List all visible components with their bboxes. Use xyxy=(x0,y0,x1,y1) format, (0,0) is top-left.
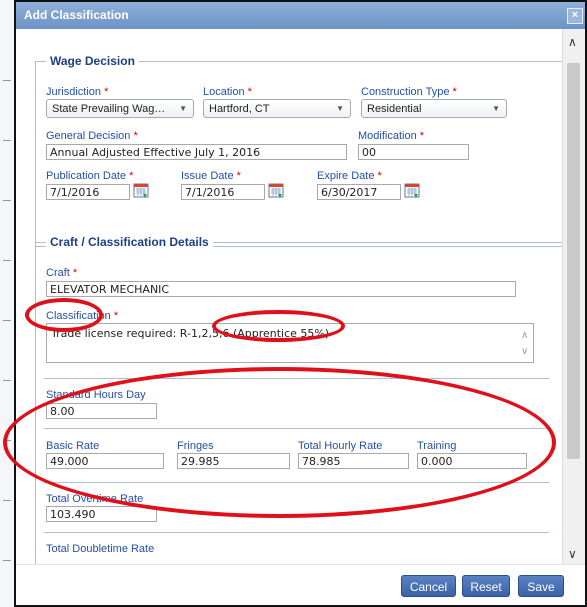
edge-tick xyxy=(3,320,11,321)
required-marker: * xyxy=(104,86,109,98)
chevron-down-icon: ▼ xyxy=(492,104,500,113)
total-hourly-rate-field[interactable]: 78.985 xyxy=(298,453,409,469)
classification-label: Classification * xyxy=(46,310,119,322)
divider xyxy=(44,532,549,533)
required-marker: * xyxy=(113,310,119,322)
chevron-down-icon: ▼ xyxy=(336,104,344,113)
dialog-content: Wage Decision Jurisdiction * State Preva… xyxy=(16,29,565,567)
fringes-label: Fringes xyxy=(177,440,214,452)
section-legend: Wage Decision xyxy=(46,54,139,68)
calendar-icon[interactable] xyxy=(268,182,286,200)
required-marker: * xyxy=(452,86,457,98)
calendar-icon[interactable] xyxy=(133,182,151,200)
craft-label: Craft * xyxy=(46,267,78,279)
training-label: Training xyxy=(417,440,457,452)
general-decision-label: General Decision * xyxy=(46,130,138,142)
edge-tick xyxy=(3,80,11,81)
scroll-up-icon[interactable]: ∧ xyxy=(568,35,577,49)
classification-value: Trade license required: R-1,2,5,6 (Appre… xyxy=(51,327,330,340)
scroll-thumb[interactable] xyxy=(567,63,580,459)
expire-date-field[interactable]: 6/30/2017 xyxy=(317,184,401,200)
save-button[interactable]: Save xyxy=(518,575,564,597)
required-marker: * xyxy=(419,130,425,142)
edge-tick xyxy=(3,200,11,201)
total-hourly-rate-label: Total Hourly Rate xyxy=(298,440,383,452)
total-overtime-rate-label: Total Overtime Rate xyxy=(46,493,144,505)
dialog-scrollbar[interactable]: ∧ ∨ xyxy=(562,29,585,567)
chevron-down-icon: ▼ xyxy=(179,104,187,113)
wage-decision-section: Wage Decision Jurisdiction * State Preva… xyxy=(35,54,563,247)
scroll-down-icon[interactable]: ∨ xyxy=(521,346,528,357)
dialog-titlebar[interactable]: Add Classification × xyxy=(16,2,585,29)
required-marker: * xyxy=(129,170,134,182)
edge-tick xyxy=(3,500,11,501)
dialog-title: Add Classification xyxy=(24,8,129,22)
background-page-edge xyxy=(0,0,15,607)
cancel-button[interactable]: Cancel xyxy=(401,575,456,597)
construction-type-value: Residential xyxy=(367,103,422,115)
classification-textarea[interactable]: Trade license required: R-1,2,5,6 (Appre… xyxy=(46,323,534,363)
location-value: Hartford, CT xyxy=(209,103,270,115)
scroll-down-icon[interactable]: ∨ xyxy=(568,547,577,561)
fringes-field[interactable]: 29.985 xyxy=(177,453,290,469)
craft-details-section: Craft / Classification Details Craft * E… xyxy=(35,235,563,567)
general-decision-field[interactable]: Annual Adjusted Effective July 1, 2016 xyxy=(46,144,347,160)
required-marker: * xyxy=(236,170,241,182)
location-label: Location * xyxy=(203,86,252,98)
dialog-footer: Cancel Reset Save xyxy=(16,564,585,605)
required-marker: * xyxy=(377,170,382,182)
close-icon[interactable]: × xyxy=(567,8,583,24)
standard-hours-day-label: Standard Hours Day xyxy=(46,389,146,401)
total-overtime-rate-field[interactable]: 103.490 xyxy=(46,506,157,522)
construction-type-select[interactable]: Residential ▼ xyxy=(361,99,507,118)
total-doubletime-rate-label: Total Doubletime Rate xyxy=(46,543,155,555)
modification-label: Modification * xyxy=(358,130,425,142)
reset-button[interactable]: Reset xyxy=(462,575,510,597)
craft-field[interactable]: ELEVATOR MECHANIC xyxy=(46,281,516,297)
section-legend: Craft / Classification Details xyxy=(46,235,213,249)
required-marker: * xyxy=(72,267,78,279)
edge-tick xyxy=(3,140,11,141)
scroll-up-icon[interactable]: ∧ xyxy=(521,330,528,341)
issue-date-label: Issue Date * xyxy=(181,170,241,182)
training-field[interactable]: 0.000 xyxy=(417,453,527,469)
jurisdiction-select[interactable]: State Prevailing Wag… ▼ xyxy=(46,99,194,118)
textarea-scrollbar[interactable]: ∧ ∨ xyxy=(521,328,531,360)
required-marker: * xyxy=(247,86,252,98)
publication-date-label: Publication Date * xyxy=(46,170,134,182)
basic-rate-field[interactable]: 49.000 xyxy=(46,453,164,469)
expire-date-label: Expire Date * xyxy=(317,170,382,182)
jurisdiction-label: Jurisdiction * xyxy=(46,86,109,98)
divider xyxy=(44,378,549,379)
construction-type-label: Construction Type * xyxy=(361,86,457,98)
edge-tick xyxy=(3,560,11,561)
publication-date-field[interactable]: 7/1/2016 xyxy=(46,184,130,200)
divider xyxy=(44,482,549,483)
calendar-icon[interactable] xyxy=(404,182,422,200)
edge-tick xyxy=(3,380,11,381)
standard-hours-day-field[interactable]: 8.00 xyxy=(46,403,157,419)
location-select[interactable]: Hartford, CT ▼ xyxy=(203,99,351,118)
basic-rate-label: Basic Rate xyxy=(46,440,100,452)
jurisdiction-value: State Prevailing Wag… xyxy=(52,103,166,115)
divider xyxy=(44,428,549,429)
modification-field[interactable]: 00 xyxy=(358,144,469,160)
issue-date-field[interactable]: 7/1/2016 xyxy=(181,184,265,200)
edge-tick xyxy=(3,260,11,261)
add-classification-dialog: Add Classification × Wage Decision Juris… xyxy=(14,0,587,607)
edge-tick xyxy=(3,440,11,441)
required-marker: * xyxy=(133,130,138,142)
